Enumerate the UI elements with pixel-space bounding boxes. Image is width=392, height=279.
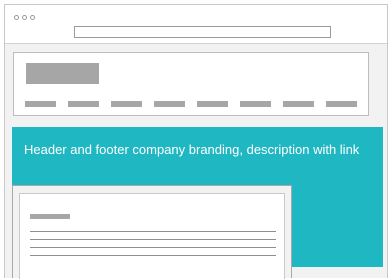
window-close-dot-icon[interactable] xyxy=(14,15,19,20)
nav-item[interactable] xyxy=(25,101,56,107)
nav-item[interactable] xyxy=(197,101,228,107)
browser-titlebar xyxy=(5,5,387,44)
nav-item[interactable] xyxy=(111,101,142,107)
content-card-inner xyxy=(19,193,285,279)
site-header-wireframe xyxy=(13,52,369,116)
text-line-placeholder xyxy=(30,255,276,256)
text-line-placeholder xyxy=(30,247,276,248)
text-line-placeholder xyxy=(30,231,276,232)
window-controls xyxy=(14,15,35,20)
nav-item[interactable] xyxy=(326,101,357,107)
card-heading-placeholder xyxy=(30,214,70,219)
nav-item[interactable] xyxy=(154,101,185,107)
nav-item[interactable] xyxy=(68,101,99,107)
nav-item[interactable] xyxy=(240,101,271,107)
content-card-wireframe xyxy=(12,185,292,279)
nav-item[interactable] xyxy=(283,101,314,107)
branding-description: Header and footer company branding, desc… xyxy=(24,142,360,157)
nav-bar xyxy=(25,101,357,107)
text-line-placeholder xyxy=(30,239,276,240)
address-bar[interactable] xyxy=(74,26,331,38)
logo-placeholder xyxy=(26,63,99,84)
window-minimize-dot-icon[interactable] xyxy=(22,15,27,20)
window-maximize-dot-icon[interactable] xyxy=(30,15,35,20)
